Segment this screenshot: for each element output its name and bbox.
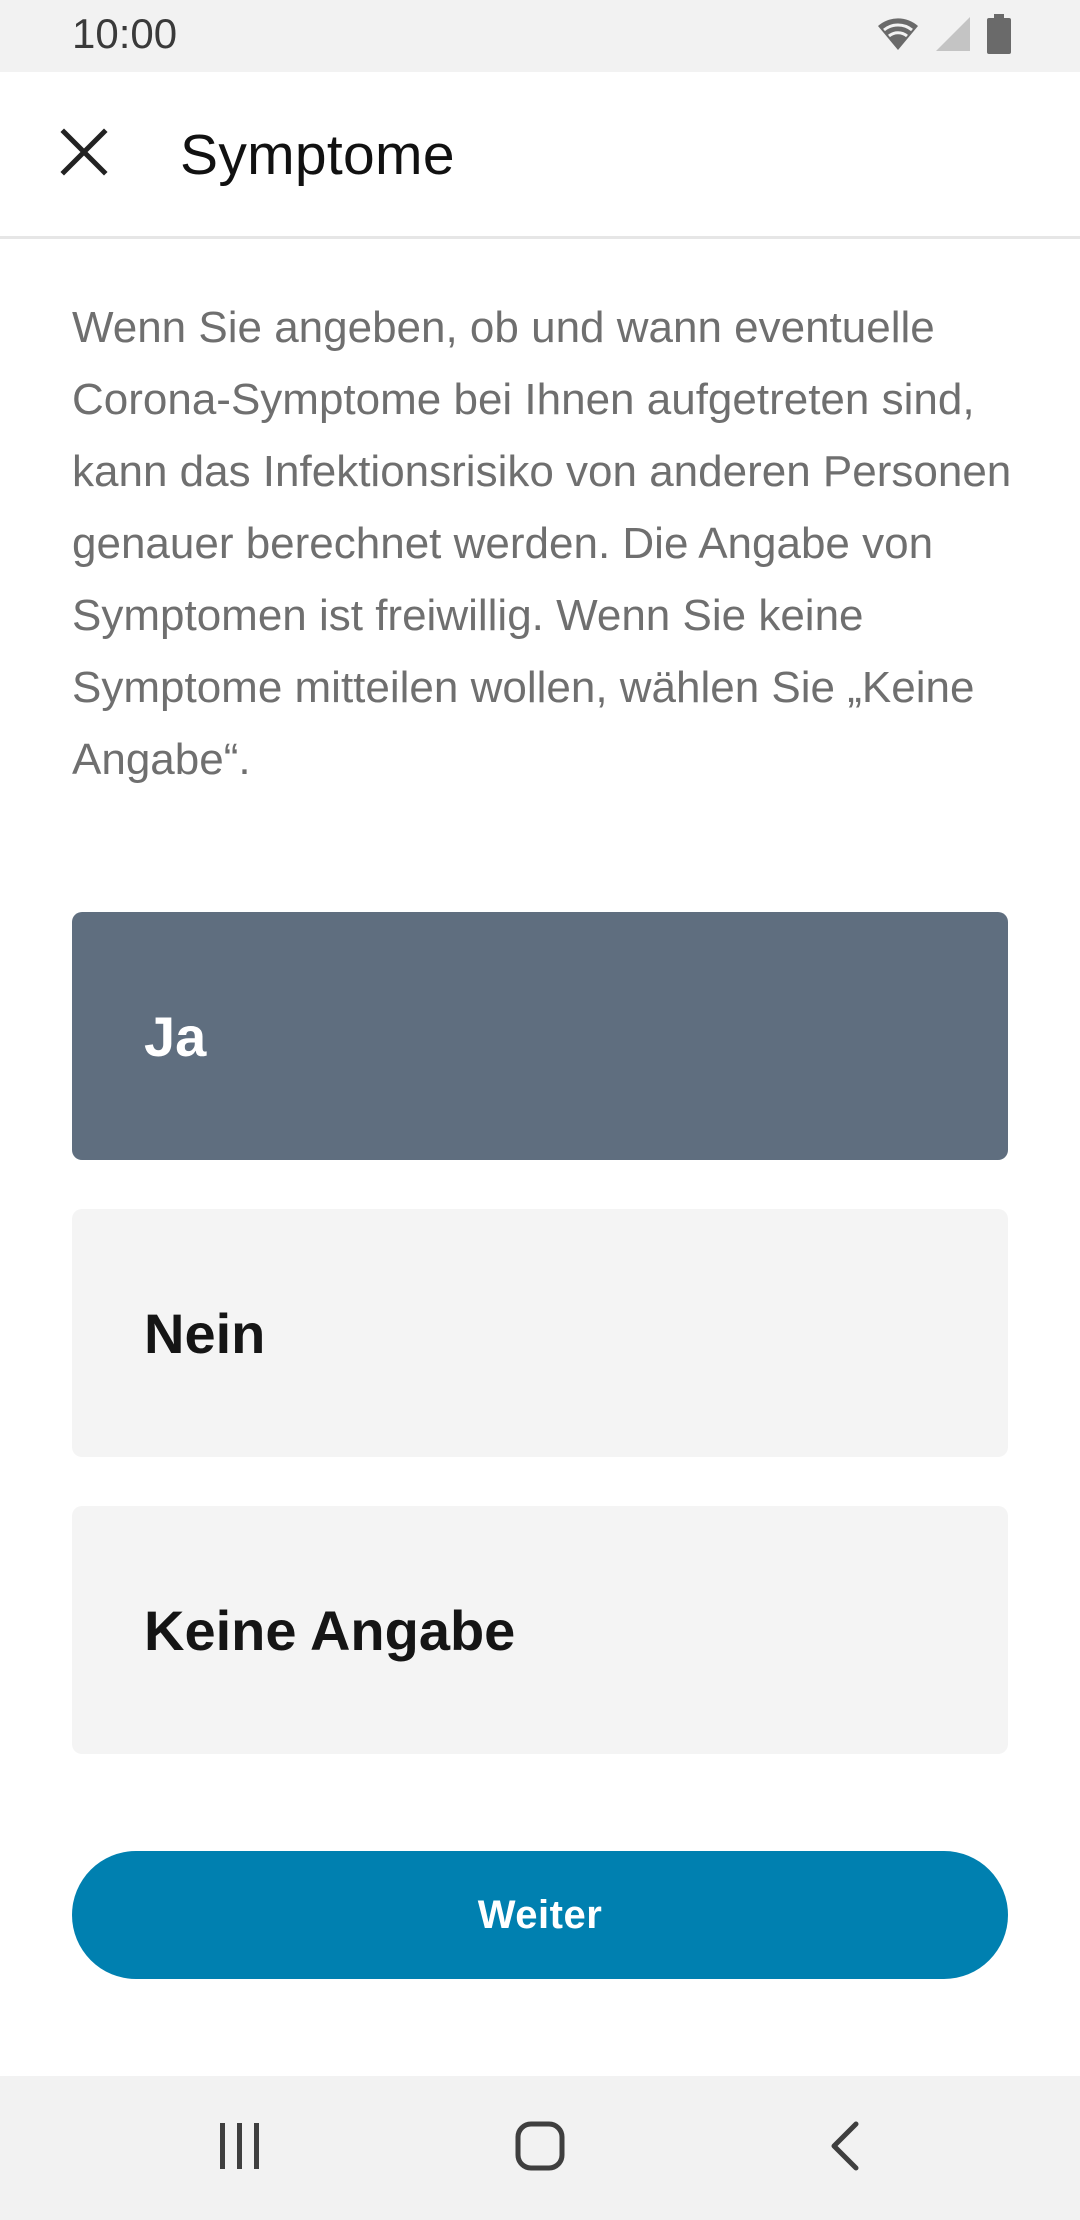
home-button[interactable]	[480, 2102, 600, 2194]
back-icon	[826, 2120, 862, 2177]
status-time: 10:00	[72, 10, 178, 57]
close-icon	[60, 127, 108, 181]
option-keine-angabe[interactable]: Keine Angabe	[72, 1506, 1008, 1754]
option-ja[interactable]: Ja	[72, 912, 1008, 1160]
description-text: Wenn Sie angeben, ob und wann eventuelle…	[72, 303, 1012, 784]
wifi-icon	[876, 16, 920, 57]
back-button[interactable]	[784, 2102, 904, 2194]
close-button[interactable]	[40, 110, 128, 198]
signal-icon	[934, 15, 972, 58]
status-icons	[876, 13, 1012, 59]
option-label: Ja	[144, 1004, 207, 1068]
navigation-bar	[0, 2076, 1080, 2220]
app-bar: Symptome	[0, 72, 1080, 239]
screen: 10:00 Symptome Wenn Sie angeben, ob und …	[0, 0, 1080, 2220]
recent-apps-icon	[216, 2121, 264, 2176]
status-bar: 10:00	[0, 0, 1080, 72]
option-label: Keine Angabe	[144, 1598, 516, 1662]
option-nein[interactable]: Nein	[72, 1209, 1008, 1457]
home-icon	[514, 2120, 566, 2177]
page-title: Symptome	[180, 123, 455, 187]
option-label: Nein	[144, 1301, 266, 1365]
continue-button[interactable]: Weiter	[72, 1851, 1008, 1979]
battery-icon	[986, 13, 1012, 59]
recent-apps-button[interactable]	[180, 2102, 300, 2194]
